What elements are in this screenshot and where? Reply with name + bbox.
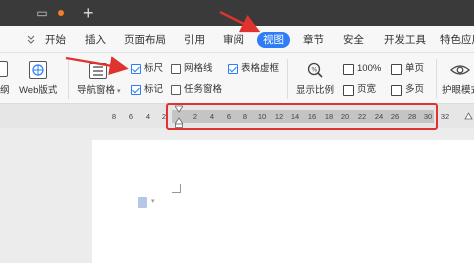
zoom-label[interactable]: 显示比例 (296, 85, 334, 97)
ruler-tick: 32 (440, 112, 450, 121)
tab-page-layout[interactable]: 页面布局 (124, 32, 166, 48)
ribbon-separator (436, 59, 437, 99)
page-width-label[interactable]: 页宽 (357, 84, 376, 96)
tab-view[interactable]: 视图 (257, 32, 290, 48)
web-layout-label[interactable]: Web版式 (19, 85, 57, 97)
list-icon (93, 66, 103, 76)
web-layout-icon[interactable] (29, 61, 47, 79)
globe-icon (32, 64, 44, 76)
gridlines-checkbox-label[interactable]: 网格线 (184, 63, 213, 75)
menu-arrows-icon[interactable] (26, 32, 36, 46)
single-page-icon[interactable] (391, 64, 402, 75)
outline-view-label[interactable]: 纲 (0, 85, 10, 97)
page-width-icon[interactable] (343, 85, 354, 96)
task-pane-checkbox[interactable] (171, 85, 181, 95)
document-page[interactable] (92, 140, 474, 263)
zoom-100-icon[interactable] (343, 64, 354, 75)
marks-checkbox[interactable] (131, 85, 141, 95)
ruler-highlight-box (166, 103, 438, 130)
task-pane-checkbox-label[interactable]: 任务窗格 (184, 84, 222, 96)
eye-icon[interactable] (450, 62, 470, 78)
tab-references[interactable]: 引用 (184, 32, 205, 48)
view-ribbon: 纲 Web版式 导航窗格 ▾ 标尺 网格线 表格虚框 标记 任务窗格 % 显示比… (0, 53, 474, 104)
ruler-tick: 6 (128, 112, 134, 121)
svg-text:%: % (312, 67, 318, 74)
single-page-label[interactable]: 单页 (405, 63, 424, 75)
tab-developer-tools[interactable]: 开发工具 (384, 32, 426, 48)
ruler-checkbox-label[interactable]: 标尺 (144, 63, 163, 75)
unsaved-dot-icon (58, 10, 64, 16)
new-tab-icon[interactable]: + (83, 3, 94, 23)
tab-home[interactable]: 开始 (45, 32, 66, 48)
title-bar: ▭ + (0, 0, 474, 26)
right-indent-marker-icon[interactable] (463, 110, 474, 120)
tab-security[interactable]: 安全 (343, 32, 364, 48)
ribbon-separator (68, 59, 69, 99)
zoom-100-label[interactable]: 100% (357, 63, 381, 75)
multi-page-label[interactable]: 多页 (405, 84, 424, 96)
tab-insert[interactable]: 插入 (85, 32, 106, 48)
eye-protect-label[interactable]: 护眼模式 (442, 85, 474, 97)
table-gridlines-checkbox-label[interactable]: 表格虚框 (241, 63, 279, 75)
tab-special-apps[interactable]: 特色应用 (440, 32, 474, 48)
marks-checkbox-label[interactable]: 标记 (144, 84, 163, 96)
table-gridlines-checkbox[interactable] (228, 64, 238, 74)
ruler-tick: 4 (145, 112, 151, 121)
ruler-checkbox[interactable] (131, 64, 141, 74)
nav-pane-label[interactable]: 导航窗格 ▾ (77, 85, 120, 98)
dropdown-arrow-icon[interactable]: ▾ (115, 88, 121, 95)
paste-options-icon[interactable] (138, 197, 147, 208)
margin-corner-mark (172, 184, 181, 193)
multi-page-icon[interactable] (391, 85, 402, 96)
tab-review[interactable]: 审阅 (223, 32, 244, 48)
monitor-icon[interactable]: ▭ (34, 5, 50, 21)
nav-pane-icon[interactable] (89, 63, 107, 79)
gridlines-checkbox[interactable] (171, 64, 181, 74)
chevron-down-icon[interactable]: ▾ (151, 197, 155, 205)
nav-pane-text: 导航窗格 (77, 85, 116, 96)
ribbon-tab-row: 开始 插入 页面布局 引用 审阅 视图 章节 安全 开发工具 特色应用 (0, 26, 474, 53)
ribbon-separator (287, 59, 288, 99)
tab-chapter[interactable]: 章节 (303, 32, 324, 48)
ruler-tick: 8 (111, 112, 117, 121)
outline-view-icon[interactable] (0, 61, 8, 77)
zoom-magnifier-icon[interactable]: % (306, 61, 324, 79)
